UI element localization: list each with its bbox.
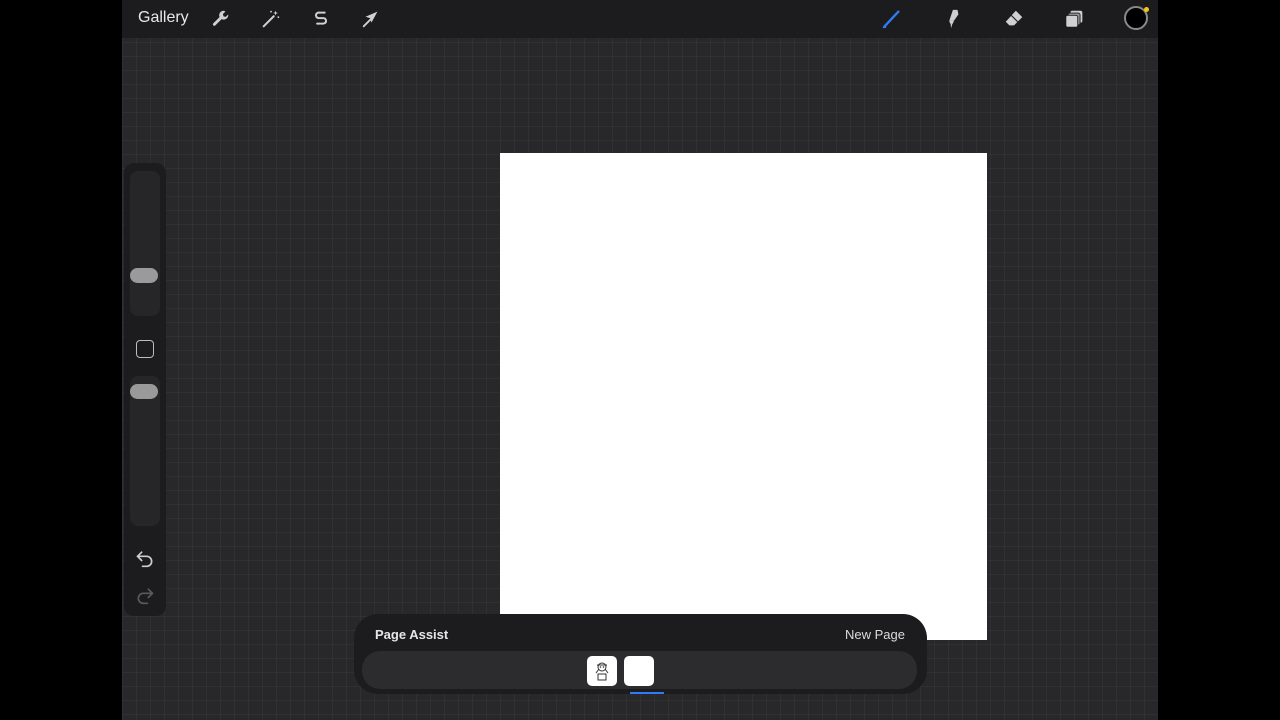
selection-s-icon[interactable] — [308, 6, 334, 32]
procreate-app: Gallery Page Assist New Page — [122, 0, 1158, 720]
color-indicator-dot — [1144, 7, 1149, 12]
page-thumbnail-2[interactable] — [624, 656, 654, 686]
selected-page-indicator — [630, 692, 664, 694]
page-assist-panel: Page Assist New Page — [354, 614, 927, 694]
opacity-slider-knob[interactable] — [130, 384, 158, 399]
layers-icon[interactable] — [1062, 6, 1088, 32]
top-toolbar: Gallery — [122, 0, 1158, 38]
smudge-icon[interactable] — [939, 6, 965, 32]
gallery-button[interactable]: Gallery — [138, 9, 189, 27]
page-thumbnail-strip — [362, 651, 917, 694]
brush-size-slider[interactable] — [130, 171, 160, 316]
adjustments-magic-wand-icon[interactable] — [258, 6, 284, 32]
left-sidebar — [124, 163, 166, 616]
redo-icon[interactable] — [135, 585, 155, 605]
actions-wrench-icon[interactable] — [208, 6, 234, 32]
page-thumbnail-1[interactable] — [587, 656, 617, 686]
transform-arrow-icon[interactable] — [358, 6, 384, 32]
eraser-icon[interactable] — [1001, 6, 1027, 32]
undo-icon[interactable] — [135, 548, 155, 568]
page-assist-title: Page Assist — [375, 627, 449, 642]
new-page-button[interactable]: New Page — [845, 627, 905, 642]
sketch-thumbnail-icon — [595, 662, 609, 681]
brush-size-slider-knob[interactable] — [130, 268, 158, 283]
brush-icon[interactable] — [878, 6, 904, 32]
drawing-canvas[interactable] — [500, 153, 987, 640]
modify-square-icon[interactable] — [136, 340, 154, 358]
